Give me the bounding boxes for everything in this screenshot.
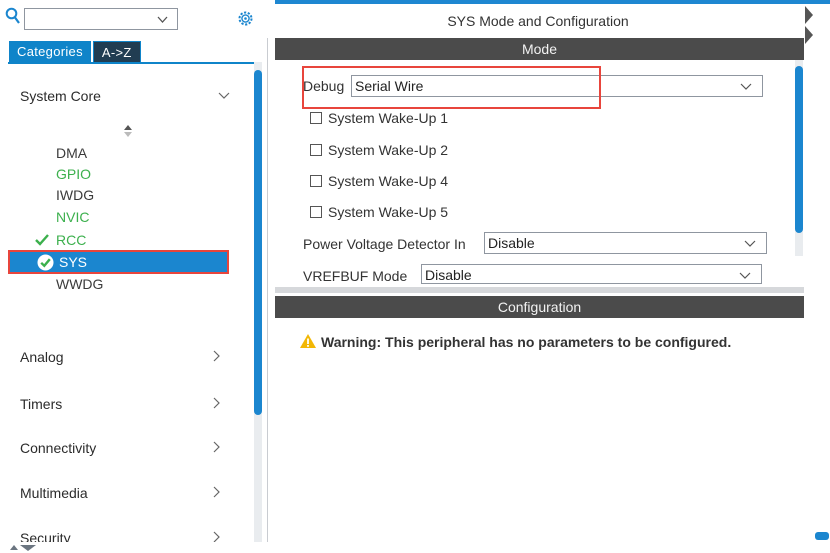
chevron-down-icon [739, 272, 751, 279]
gear-icon[interactable] [237, 10, 254, 27]
chevron-down-icon[interactable] [157, 14, 168, 25]
left-toolbar [0, 0, 268, 38]
peripheral-dma[interactable]: DMA [56, 145, 87, 161]
checkbox-wakeup-5[interactable]: System Wake-Up 5 [310, 204, 448, 220]
peripheral-sys-selected[interactable]: SYS [8, 250, 229, 274]
category-connectivity[interactable]: Connectivity [20, 440, 222, 456]
right-panel: SYS Mode and Configuration Mode Debug Se… [275, 0, 830, 553]
category-tree [8, 62, 262, 553]
category-security[interactable]: Security [20, 530, 222, 542]
chevron-right-icon [213, 350, 220, 362]
configuration-header: Configuration [275, 296, 804, 318]
chevron-right-icon [213, 486, 220, 498]
page-title: SYS Mode and Configuration [447, 13, 629, 29]
pvd-select[interactable]: Disable [484, 232, 767, 254]
check-circle-icon [37, 254, 54, 271]
left-panel: Categories A->Z System Core DMA GPIO IWD… [0, 0, 268, 553]
tab-categories[interactable]: Categories [9, 41, 91, 63]
mode-header: Mode [275, 38, 804, 60]
left-scrollbar-thumb[interactable] [254, 70, 262, 415]
top-accent-line [275, 0, 830, 4]
category-label: Analog [20, 349, 64, 365]
peripheral-sys-label: SYS [59, 254, 88, 270]
checkbox-box[interactable] [310, 175, 322, 187]
chevron-down-icon [218, 92, 230, 99]
checkbox-label: System Wake-Up 2 [328, 142, 449, 158]
category-system-core[interactable]: System Core [20, 88, 230, 104]
category-tabs: Categories A->Z [9, 41, 141, 63]
expand-arrow-icon[interactable] [805, 26, 813, 44]
sort-icon[interactable] [123, 124, 133, 138]
checkbox-wakeup-4[interactable]: System Wake-Up 4 [310, 173, 448, 189]
peripheral-nvic[interactable]: NVIC [56, 209, 89, 225]
checkbox-box[interactable] [310, 144, 322, 156]
bottom-scroll-indicator[interactable] [815, 532, 829, 540]
pvd-select-value: Disable [488, 235, 535, 251]
chevron-right-icon [213, 441, 220, 453]
checkbox-label: System Wake-Up 4 [328, 173, 449, 189]
search-input[interactable] [24, 8, 178, 30]
sort-icon[interactable] [10, 543, 40, 553]
category-label: Timers [20, 396, 63, 412]
vrefbuf-select-value: Disable [425, 267, 472, 283]
vrefbuf-label: VREFBUF Mode [303, 268, 408, 284]
peripheral-gpio[interactable]: GPIO [56, 166, 91, 182]
panel-splitter[interactable] [275, 287, 804, 293]
chevron-down-icon [740, 83, 752, 90]
debug-highlight-box [302, 66, 601, 109]
chevron-down-icon [744, 240, 756, 247]
checkbox-label: System Wake-Up 5 [328, 204, 449, 220]
peripheral-wwdg[interactable]: WWDG [56, 276, 103, 292]
mode-scrollbar-thumb[interactable] [795, 66, 803, 233]
peripheral-iwdg[interactable]: IWDG [56, 187, 94, 203]
warning-icon [300, 334, 316, 348]
right-edge-strip [804, 4, 830, 553]
checkbox-wakeup-2[interactable]: System Wake-Up 2 [310, 142, 448, 158]
checkbox-box[interactable] [310, 206, 322, 218]
checkbox-label: System Wake-Up 1 [328, 110, 449, 126]
chevron-right-icon [213, 397, 220, 409]
collapse-arrow-icon[interactable] [805, 6, 813, 24]
category-label: Multimedia [20, 485, 88, 501]
category-label: Security [20, 530, 71, 542]
category-timers[interactable]: Timers [20, 396, 222, 412]
left-bottom-strip [0, 542, 268, 553]
category-analog[interactable]: Analog [20, 349, 222, 365]
peripheral-rcc[interactable]: RCC [56, 232, 86, 248]
category-label: System Core [20, 88, 101, 104]
chevron-right-icon [213, 531, 220, 542]
pvd-label: Power Voltage Detector In [303, 236, 466, 252]
warning-message: Warning: This peripheral has no paramete… [299, 333, 731, 350]
vrefbuf-select[interactable]: Disable [421, 264, 762, 284]
category-label: Connectivity [20, 440, 97, 456]
search-icon[interactable] [5, 7, 21, 25]
checkbox-box[interactable] [310, 112, 322, 124]
warning-text: Warning: This peripheral has no paramete… [321, 334, 732, 350]
category-multimedia[interactable]: Multimedia [20, 485, 222, 501]
checkmark-icon [35, 234, 49, 246]
tab-a-to-z[interactable]: A->Z [92, 41, 141, 63]
checkbox-wakeup-1[interactable]: System Wake-Up 1 [310, 110, 448, 126]
